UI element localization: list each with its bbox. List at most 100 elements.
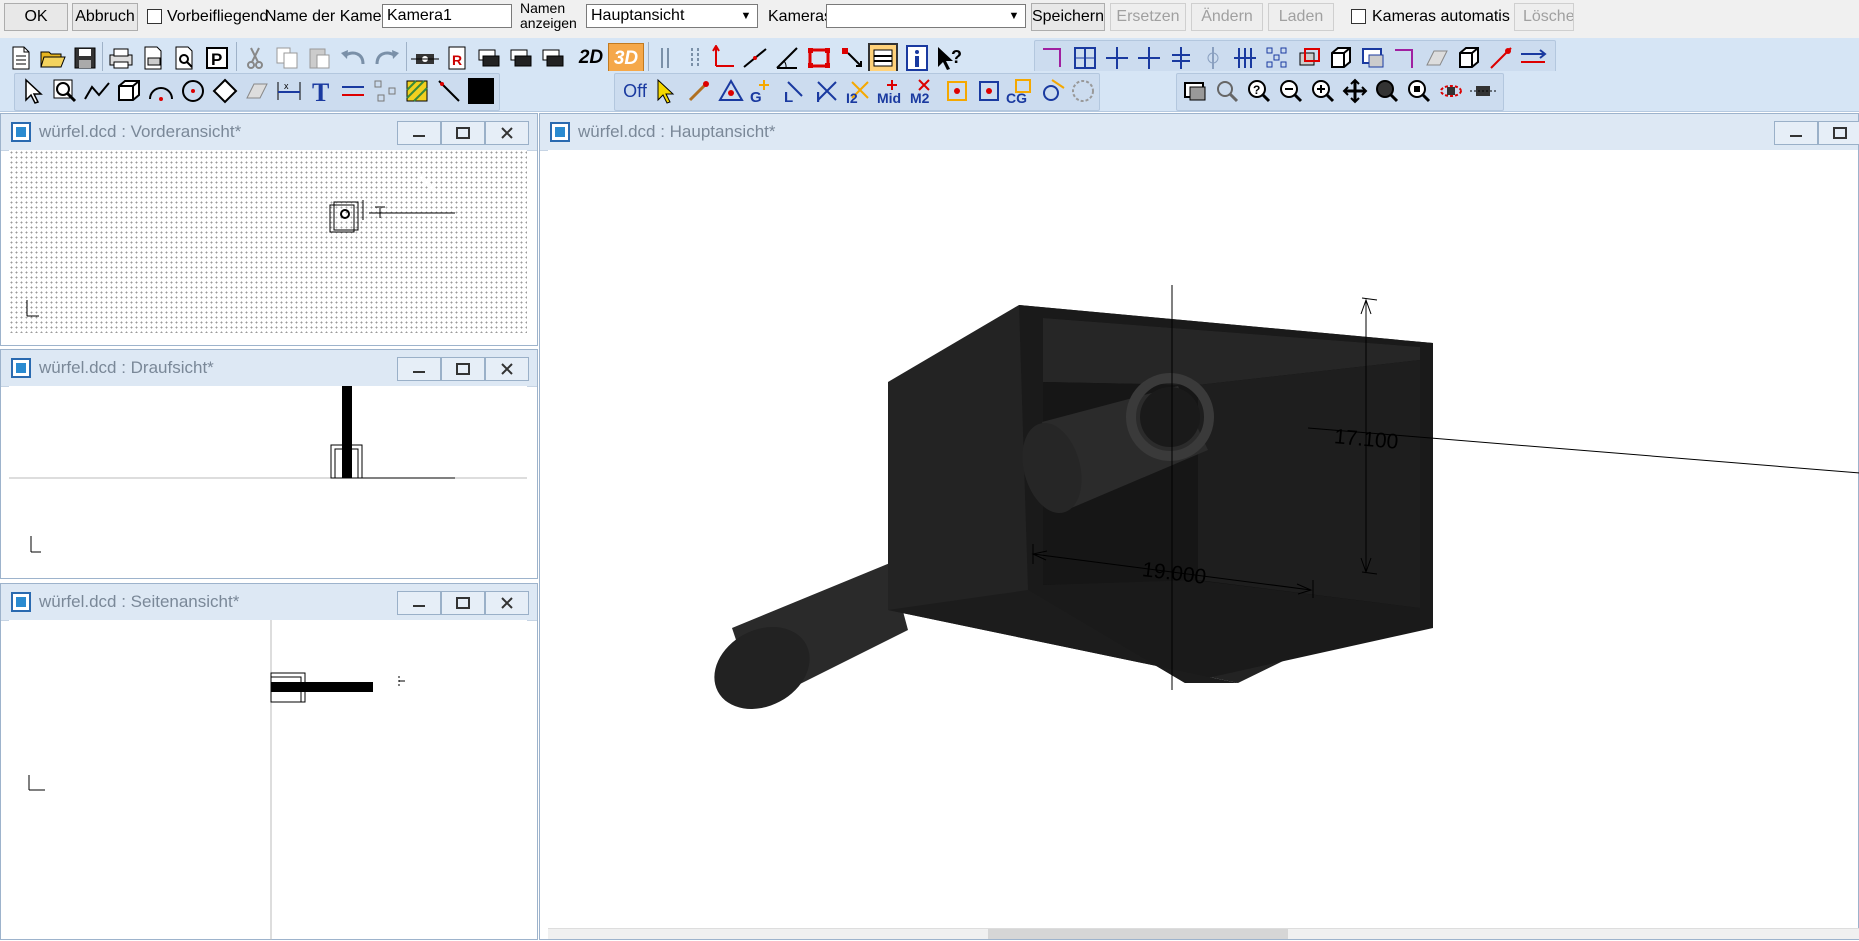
- aendern-button[interactable]: Ändern: [1191, 3, 1263, 31]
- scrollbar-thumb[interactable]: [988, 929, 1288, 939]
- arc-icon[interactable]: [146, 76, 176, 106]
- snap-m2-button[interactable]: M2: [908, 76, 940, 106]
- select-arrow-icon[interactable]: [18, 76, 48, 106]
- snap-magnet-icon[interactable]: [684, 76, 714, 106]
- drawing-canvas-side[interactable]: [9, 620, 527, 940]
- perpendicular-icon[interactable]: [708, 43, 738, 73]
- cube-icon[interactable]: [1454, 43, 1484, 73]
- points-grid-icon[interactable]: [1262, 43, 1292, 73]
- cross-icon[interactable]: [1102, 43, 1132, 73]
- box-3d-icon[interactable]: [1326, 43, 1356, 73]
- dimension-icon[interactable]: x: [274, 76, 304, 106]
- tangent-line-icon[interactable]: [740, 43, 770, 73]
- kameras-select[interactable]: ▼: [826, 4, 1026, 28]
- layer-2-icon[interactable]: [506, 43, 536, 73]
- window-titlebar[interactable]: würfel.dcd : Seitenansicht*: [1, 584, 537, 621]
- chevron-down-icon[interactable]: ▼: [735, 5, 757, 27]
- print-setup-icon[interactable]: [138, 43, 168, 73]
- view-2d-button[interactable]: 2D: [574, 43, 608, 73]
- minimize-button[interactable]: [397, 121, 441, 145]
- maximize-button[interactable]: [441, 121, 485, 145]
- snap-i2-button[interactable]: I2: [844, 76, 874, 106]
- cross-2-icon[interactable]: [1134, 43, 1164, 73]
- arrows-icon[interactable]: [1518, 43, 1548, 73]
- camera-icon[interactable]: [410, 43, 440, 73]
- double-cross-icon[interactable]: [1166, 43, 1196, 73]
- hatch-icon[interactable]: [402, 76, 432, 106]
- zoom-dynamic-icon[interactable]: [1372, 76, 1402, 106]
- zoom-all-icon[interactable]: [1212, 76, 1242, 106]
- zoom-window-icon[interactable]: [1180, 76, 1210, 106]
- ersetzen-button[interactable]: Ersetzen: [1110, 3, 1186, 31]
- polygon-icon[interactable]: [210, 76, 240, 106]
- speichern-button[interactable]: Speichern: [1031, 3, 1105, 31]
- orbit-icon[interactable]: [1436, 76, 1466, 106]
- info-icon[interactable]: [902, 43, 932, 73]
- snap-i-button[interactable]: I: [812, 76, 842, 106]
- window-icon[interactable]: [1358, 43, 1388, 73]
- pick-icon[interactable]: [836, 43, 866, 73]
- maximize-button[interactable]: [441, 591, 485, 615]
- page-setup-icon[interactable]: P: [202, 43, 232, 73]
- close-button[interactable]: [485, 121, 529, 145]
- copy-icon[interactable]: [272, 43, 302, 73]
- kamera-name-input[interactable]: Kamera1: [382, 4, 512, 28]
- loeschen-button[interactable]: Löschen: [1514, 3, 1574, 31]
- line-tool-icon[interactable]: [434, 76, 464, 106]
- minimize-button[interactable]: [1774, 121, 1818, 145]
- angle-icon[interactable]: [772, 43, 802, 73]
- node-icon[interactable]: [370, 76, 400, 106]
- chevron-down-icon[interactable]: ▼: [1003, 5, 1025, 27]
- new-file-icon[interactable]: [6, 43, 36, 73]
- cut-icon[interactable]: [240, 43, 270, 73]
- render-icon[interactable]: R: [442, 43, 472, 73]
- orbit-camera-icon[interactable]: [1468, 76, 1498, 106]
- save-icon[interactable]: [70, 43, 100, 73]
- auto-kameras-checkbox[interactable]: [1351, 9, 1366, 24]
- parallel-dashed-icon[interactable]: [680, 43, 710, 73]
- open-folder-icon[interactable]: [38, 43, 68, 73]
- zoom-select-icon[interactable]: [50, 76, 80, 106]
- box-red-icon[interactable]: [1294, 43, 1324, 73]
- print-preview-icon[interactable]: [170, 43, 200, 73]
- close-button[interactable]: [485, 591, 529, 615]
- layer-3-icon[interactable]: [538, 43, 568, 73]
- arrows-2-icon[interactable]: [338, 76, 368, 106]
- window-titlebar[interactable]: würfel.dcd : Vorderansicht*: [1, 114, 537, 151]
- drawing-canvas-top[interactable]: [9, 386, 527, 568]
- corner-icon[interactable]: [1038, 43, 1068, 73]
- measure-icon[interactable]: [1486, 43, 1516, 73]
- dimension-vertical-icon[interactable]: [1070, 43, 1100, 73]
- circle-icon[interactable]: [178, 76, 208, 106]
- minimize-button[interactable]: [397, 591, 441, 615]
- vorbeifliegend-checkbox[interactable]: [147, 9, 162, 24]
- snap-cg-button[interactable]: CG: [1006, 76, 1036, 106]
- zoom-in-icon[interactable]: [1308, 76, 1338, 106]
- window-titlebar[interactable]: würfel.dcd : Draufsicht*: [1, 350, 537, 387]
- snap-off-button[interactable]: Off: [618, 76, 652, 106]
- snap-center-icon[interactable]: [942, 76, 972, 106]
- snap-tangent-icon[interactable]: [1038, 76, 1068, 106]
- horizontal-scrollbar[interactable]: [548, 928, 1859, 939]
- snap-l-button[interactable]: L: [780, 76, 810, 106]
- plane-2-icon[interactable]: [242, 76, 272, 106]
- layer-icon[interactable]: [474, 43, 504, 73]
- plane-icon[interactable]: [1422, 43, 1452, 73]
- redo-icon[interactable]: [372, 43, 402, 73]
- properties-icon[interactable]: [868, 43, 898, 73]
- pan-icon[interactable]: [1340, 76, 1370, 106]
- laden-button[interactable]: Laden: [1268, 3, 1334, 31]
- zoom-previous-icon[interactable]: [1404, 76, 1434, 106]
- drawing-canvas-front[interactable]: [9, 150, 527, 333]
- parallel-icon[interactable]: [650, 43, 680, 73]
- zoom-out-icon[interactable]: [1276, 76, 1306, 106]
- maximize-button[interactable]: [1818, 121, 1859, 145]
- print-icon[interactable]: [106, 43, 136, 73]
- snap-cursor-icon[interactable]: [652, 76, 682, 106]
- snap-mid-button[interactable]: Mid: [876, 76, 908, 106]
- undo-icon[interactable]: [338, 43, 368, 73]
- color-black-icon[interactable]: [466, 76, 496, 106]
- ok-button[interactable]: OK: [4, 3, 68, 31]
- help-icon[interactable]: ?: [934, 43, 964, 73]
- polyline-icon[interactable]: [82, 76, 112, 106]
